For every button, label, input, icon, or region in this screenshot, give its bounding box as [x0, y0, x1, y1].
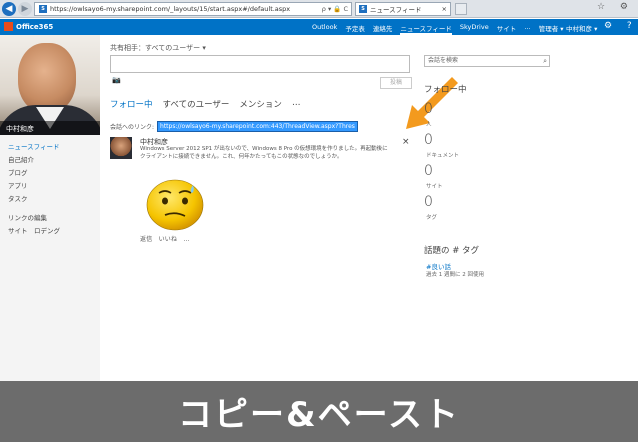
nav-item-newsfeed[interactable]: ニュースフィード — [8, 141, 60, 154]
worried-face-icon — [146, 179, 204, 231]
post-text: Windows Server 2012 SP1 が出ないので、Windows 8… — [140, 146, 388, 160]
nav-item-apps[interactable]: アプリ — [8, 180, 60, 193]
browser-tab[interactable]: S ニュースフィード × — [355, 2, 451, 16]
sharepoint-favicon: S — [39, 5, 47, 13]
following-sites-count[interactable]: 0 — [424, 163, 433, 179]
post-input[interactable] — [110, 55, 410, 73]
tab-everyone[interactable]: すべてのユーザー — [163, 98, 230, 110]
tab-mentions[interactable]: メンション — [239, 98, 282, 110]
following-people-count[interactable]: 0 — [424, 101, 433, 117]
address-bar[interactable]: S https://owlsayo6-my.sharepoint.com/_la… — [34, 2, 352, 16]
nav-list: ニュースフィード 自己紹介 ブログ アプリ タスク リンクの編集 サイト ロデン… — [8, 141, 60, 238]
trending-tags-title: 話題の # タグ — [424, 246, 480, 256]
nav-item-blog[interactable]: ブログ — [8, 167, 60, 180]
suite-link-outlook[interactable]: Outlook — [312, 23, 337, 35]
link-label: 会話へのリンク: — [110, 124, 155, 131]
back-button[interactable]: ◀ — [2, 2, 16, 16]
user-menu[interactable]: 中村和彦 ▾ — [566, 23, 597, 33]
following-docs-count[interactable]: 0 — [424, 132, 433, 148]
link-field[interactable]: https://owlsayo6-my.sharepoint.com:443/T… — [157, 121, 358, 132]
settings-help-icons[interactable]: ⚙ ? — [604, 21, 638, 31]
browser-settings-icons[interactable]: ☆ ⚙ — [597, 2, 634, 12]
tab-favicon: S — [359, 5, 367, 13]
suite-link-sites[interactable]: サイト — [497, 23, 517, 35]
camera-icon[interactable]: 📷 — [112, 76, 121, 84]
following-title: フォロー中 — [424, 85, 467, 95]
conversation-search-input[interactable]: 会話を検索 ⌕ — [424, 55, 550, 67]
brand-label: Office365 — [16, 22, 54, 31]
following-people-label: 人 — [426, 122, 432, 128]
suite-link-skydrive[interactable]: SkyDrive — [460, 23, 489, 35]
caption-banner: コピー&ペースト — [0, 381, 638, 442]
suite-link-contacts[interactable]: 連絡先 — [373, 23, 393, 35]
profile-name: 中村和彦 — [0, 121, 100, 135]
main-content: 共有相手：すべてのユーザー ▾ 📷 投稿 フォロー中 すべてのユーザー メンショ… — [100, 35, 638, 381]
nav-item-site-directory[interactable]: サイト ロデング — [8, 225, 60, 238]
left-nav: 中村和彦 ニュースフィード 自己紹介 ブログ アプリ タスク リンクの編集 サイ… — [0, 35, 100, 381]
search-placeholder: 会話を検索 — [428, 57, 459, 64]
conversation-link-row: 会話へのリンク: https://owlsayo6-my.sharepoint.… — [110, 121, 358, 132]
following-docs-label: ドキュメント — [426, 153, 460, 159]
forward-button[interactable]: ▶ — [18, 2, 32, 16]
nav-item-about[interactable]: 自己紹介 — [8, 154, 60, 167]
tab-following[interactable]: フォロー中 — [110, 98, 153, 110]
address-tools-icon[interactable]: ρ ▾ 🔒 C — [322, 5, 348, 13]
tab-title: ニュースフィード — [370, 6, 422, 14]
nav-item-edit-links[interactable]: リンクの編集 — [8, 212, 60, 225]
following-sites-label: サイト — [426, 184, 443, 190]
feed-tabs: フォロー中 すべてのユーザー メンション … — [110, 98, 300, 110]
caption-text: コピー&ペースト — [178, 395, 460, 435]
office365-logo[interactable]: Office365 — [4, 22, 53, 31]
post-close-icon[interactable]: × — [402, 137, 410, 147]
search-icon[interactable]: ⌕ — [543, 56, 547, 66]
office-logo-icon — [4, 22, 13, 31]
suite-link-more[interactable]: … — [524, 23, 531, 35]
tab-close-icon[interactable]: × — [442, 5, 447, 13]
trending-tag-usage: 過去 1 週間に 2 回使用 — [426, 272, 484, 278]
new-tab-button[interactable] — [455, 3, 467, 15]
nav-item-tasks[interactable]: タスク — [8, 193, 60, 206]
suite-link-newsfeed[interactable]: ニュースフィード — [400, 23, 452, 35]
tab-more[interactable]: … — [292, 98, 301, 110]
profile-photo[interactable]: 中村和彦 — [0, 35, 100, 135]
post-avatar[interactable] — [110, 137, 132, 159]
share-with-dropdown[interactable]: 共有相手：すべてのユーザー ▾ — [110, 43, 206, 53]
browser-chrome: ◀ ▶ S https://owlsayo6-my.sharepoint.com… — [0, 0, 638, 18]
suite-link-admin[interactable]: 管理者 ▾ — [539, 23, 564, 35]
suite-links: Outlook 予定表 連絡先 ニュースフィード SkyDrive サイト … … — [312, 23, 564, 35]
following-tags-label: タグ — [426, 215, 438, 221]
address-text: https://owlsayo6-my.sharepoint.com/_layo… — [50, 5, 291, 13]
suite-bar: Office365 Outlook 予定表 連絡先 ニュースフィード SkyDr… — [0, 19, 638, 35]
following-tags-count[interactable]: 0 — [424, 194, 433, 210]
suite-link-calendar[interactable]: 予定表 — [345, 23, 365, 35]
post-actions[interactable]: 返信 いいね … — [140, 234, 190, 243]
